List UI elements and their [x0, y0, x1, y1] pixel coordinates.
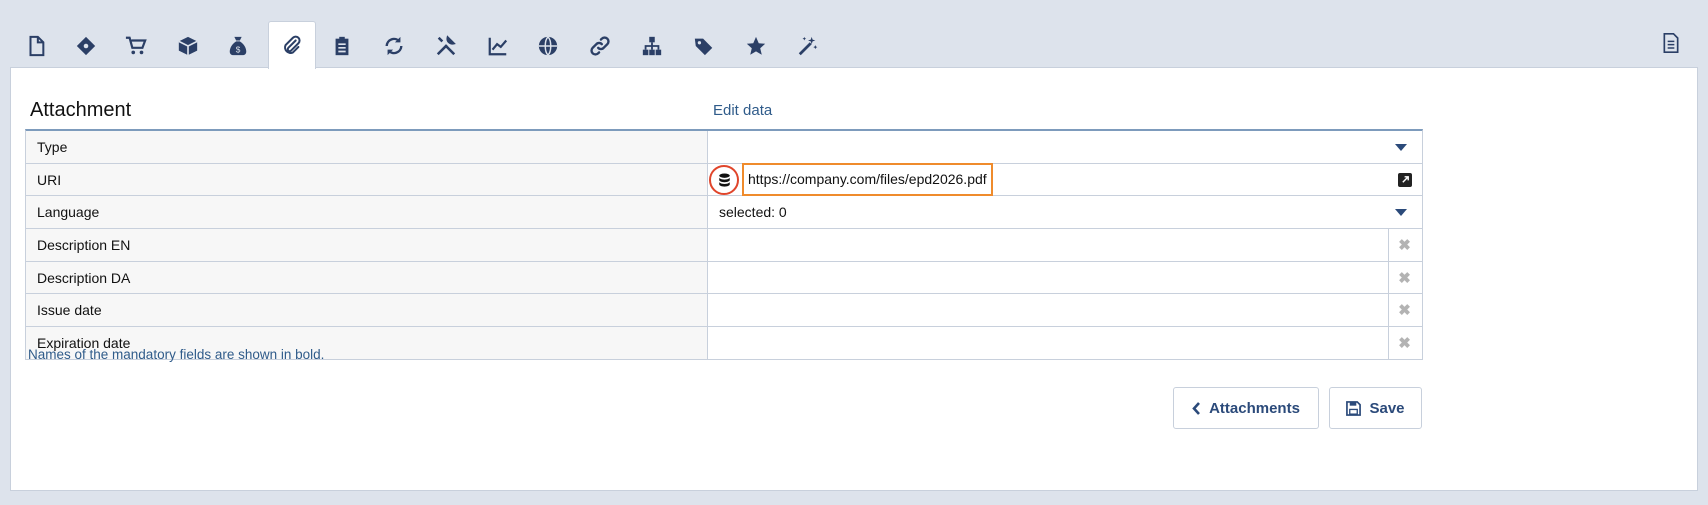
field-label-type: Type [26, 131, 708, 163]
edit-data-link[interactable]: Edit data [713, 102, 772, 119]
sync-icon [385, 36, 403, 55]
save-icon [1346, 400, 1362, 416]
issue-date-input[interactable]: ✖ [708, 294, 1411, 327]
external-link-icon [1401, 176, 1409, 183]
tab-wizard[interactable] [784, 23, 832, 68]
form-row-description-da: Description DA ✖ [26, 261, 1422, 295]
clear-description-en-button[interactable]: ✖ [1388, 229, 1421, 261]
attachment-form-table: Type URI Language selected: 0 [25, 129, 1423, 360]
attachments-button-label: Attachments [1209, 399, 1300, 417]
tab-bar: $ [0, 0, 1708, 69]
save-button-label: Save [1369, 399, 1405, 417]
clear-description-da-button[interactable]: ✖ [1388, 262, 1421, 294]
chevron-down-icon[interactable] [1395, 209, 1407, 217]
tools-icon [436, 34, 456, 55]
tab-globe[interactable] [524, 23, 572, 68]
tab-package[interactable] [164, 23, 212, 68]
tab-attachments[interactable] [268, 21, 316, 69]
tab-classification[interactable] [62, 23, 110, 68]
line-chart-icon [488, 37, 508, 55]
database-icon [718, 173, 730, 187]
expiration-date-input[interactable]: ✖ [708, 327, 1411, 359]
link-icon [590, 35, 610, 56]
tag-diamond-icon [76, 36, 96, 55]
mandatory-fields-note: Names of the mandatory fields are shown … [28, 347, 325, 362]
tab-document[interactable] [1658, 30, 1684, 56]
tags-icon [694, 38, 713, 55]
description-da-input[interactable]: ✖ [708, 261, 1411, 294]
tab-sync[interactable] [370, 23, 418, 68]
type-select[interactable] [708, 131, 1422, 163]
form-row-uri: URI [26, 162, 1422, 197]
globe-icon [538, 35, 558, 56]
clear-expiration-date-button[interactable]: ✖ [1388, 327, 1421, 359]
clear-issue-date-button[interactable]: ✖ [1388, 294, 1421, 326]
tab-purchase[interactable] [112, 23, 160, 68]
tab-tools[interactable] [422, 23, 470, 68]
form-row-issue-date: Issue date ✖ [26, 294, 1422, 328]
tab-general[interactable] [12, 23, 60, 68]
cart-icon [125, 36, 147, 54]
database-button[interactable] [709, 164, 739, 195]
form-row-description-en: Description EN ✖ [26, 229, 1422, 262]
form-row-language: Language selected: 0 [26, 196, 1422, 230]
attachment-panel: Attachment Edit data Type URI https://co… [10, 67, 1698, 491]
open-link-button[interactable] [1398, 172, 1412, 187]
paperclip-icon [284, 35, 301, 54]
chevron-left-icon [1192, 401, 1201, 415]
field-label-issue-date: Issue date [26, 294, 708, 327]
tab-tags[interactable] [680, 23, 728, 68]
field-label-description-en: Description EN [26, 229, 708, 261]
tab-statistics[interactable] [474, 23, 522, 68]
description-en-input[interactable]: ✖ [708, 229, 1411, 261]
chevron-down-icon[interactable] [1395, 144, 1407, 151]
tab-favorites[interactable] [732, 23, 780, 68]
language-select-value: selected: 0 [719, 204, 787, 221]
language-select[interactable]: selected: 0 [708, 196, 1422, 228]
save-button[interactable]: Save [1329, 387, 1422, 429]
money-bag-icon: $ [229, 36, 247, 55]
sitemap-icon [642, 36, 662, 55]
tab-structure[interactable] [628, 23, 676, 68]
field-label-description-da: Description DA [26, 261, 708, 294]
svg-text:$: $ [236, 45, 241, 54]
uri-field [708, 162, 1422, 196]
box-icon [178, 36, 198, 55]
back-to-attachments-button[interactable]: Attachments [1173, 387, 1319, 429]
tab-price[interactable]: $ [214, 23, 262, 68]
form-row-type: Type [26, 131, 1422, 164]
field-label-uri: URI [26, 163, 708, 196]
star-icon [746, 36, 766, 55]
magic-wand-icon [798, 36, 818, 55]
clipboard-list-icon [335, 36, 349, 55]
document-text-icon [1663, 33, 1679, 53]
section-title: Attachment [30, 99, 132, 121]
uri-input[interactable] [742, 162, 993, 196]
file-icon [29, 35, 45, 56]
tab-links[interactable] [576, 23, 624, 68]
field-label-language: Language [26, 196, 708, 229]
tab-checklist[interactable] [318, 23, 366, 68]
